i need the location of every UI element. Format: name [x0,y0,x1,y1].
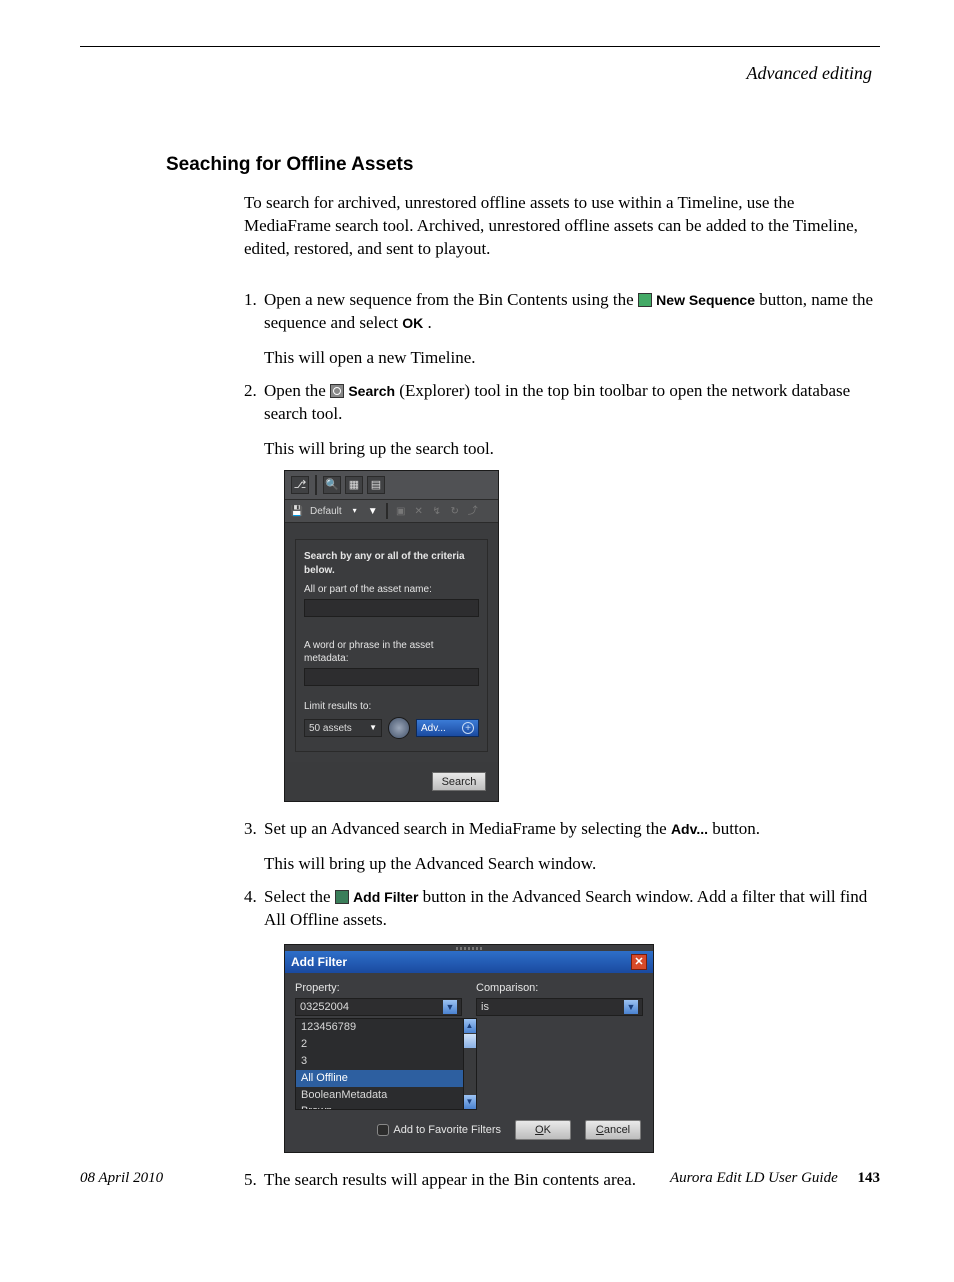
page-footer: 08 April 2010 Aurora Edit LD User Guide … [80,1170,880,1187]
property-label: Property: [295,981,462,996]
expand-view-icon[interactable]: ▤ [367,476,385,494]
scrollbar-track[interactable] [464,1049,476,1095]
search-button[interactable]: Search [432,772,486,791]
ok-rest: K [544,1123,551,1138]
close-button[interactable]: ✕ [631,954,647,970]
tree-icon[interactable]: ⎇ [291,476,309,494]
asset-name-input[interactable] [304,599,479,617]
step-4: Select the Add Filter button in the Adva… [244,886,880,1153]
add-filter-dialog: Add Filter ✕ Property: 03252004 ▼ Com [284,944,654,1153]
save-icon[interactable]: 💾 [289,503,305,519]
adv-label: Adv... [671,821,708,837]
new-sequence-icon [638,293,652,307]
image-view-icon[interactable]: ▦ [345,476,363,494]
advanced-button[interactable]: Adv... + [416,719,479,737]
scrollbar-thumb[interactable] [464,1034,476,1048]
step-text: Select the [264,887,335,906]
limit-label: Limit results to: [304,700,479,714]
add-filter-icon [335,890,349,904]
step-1: Open a new sequence from the Bin Content… [244,289,880,370]
search-second-toolbar: 💾 Default ▾ ▼ ▣ ✕ ↯ ↻ ⤴ [285,500,498,523]
add-filter-label: Add Filter [353,889,418,905]
step-sub: This will bring up the Advanced Search w… [264,853,880,876]
chevron-down-icon: ▼ [443,1000,457,1014]
scroll-up-icon[interactable]: ▲ [464,1019,476,1033]
default-label: Default [307,505,345,519]
advanced-label: Adv... [421,722,446,736]
toolbar-separator [315,475,317,495]
favorite-filters-checkbox[interactable]: Add to Favorite Filters [377,1123,501,1138]
breadcrumb: Advanced editing [80,63,880,84]
favorite-filters-label: Add to Favorite Filters [393,1123,501,1138]
step-text: Open a new sequence from the Bin Content… [264,290,638,309]
disk-icon[interactable]: ▣ [393,503,409,519]
search-top-toolbar: ⎇ 🔍 ▦ ▤ [285,471,498,500]
scrollbar[interactable]: ▲ ▼ [463,1018,477,1110]
step-text: . [428,313,432,332]
comparison-value: is [481,1000,489,1015]
search-label: Search [348,383,395,399]
criteria-heading: Search by any or all of the criteria bel… [304,550,479,577]
search-tool-panel: ⎇ 🔍 ▦ ▤ 💾 Default ▾ ▼ ▣ ✕ ↯ ↻ ⤴ [284,470,499,802]
list-item-selected[interactable]: All Offline [296,1070,463,1087]
list-item[interactable]: Brown [296,1103,463,1110]
cancel-button[interactable]: Cancel [585,1120,641,1140]
close-icon: ✕ [634,955,643,970]
property-select[interactable]: 03252004 ▼ [295,998,462,1016]
search-icon [330,384,344,398]
checkbox-icon [377,1124,389,1136]
history-dropdown-icon[interactable]: ▾ [347,503,363,519]
list-item[interactable]: 123456789 [296,1019,463,1036]
page-number: 143 [858,1170,881,1186]
chevron-down-icon: ▼ [624,1000,638,1014]
cancel-rest: ancel [604,1123,630,1138]
metadata-label: A word or phrase in the asset metadata: [304,639,479,666]
dialog-drag-handle[interactable] [285,945,653,951]
folder-up-icon[interactable]: ⤴ [465,503,481,519]
step-text: button. [712,819,760,838]
metadata-input[interactable] [304,668,479,686]
step-text: Set up an Advanced search in MediaFrame … [264,819,671,838]
list-item[interactable]: BooleanMetadata [296,1087,463,1104]
search-tool-icon[interactable]: 🔍 [323,476,341,494]
footer-date: 08 April 2010 [80,1170,163,1187]
list-item[interactable]: 3 [296,1053,463,1070]
dialog-title: Add Filter [291,954,347,970]
step-2: Open the Search (Explorer) tool in the t… [244,380,880,803]
asset-name-label: All or part of the asset name: [304,583,479,597]
step-text: Open the [264,381,330,400]
property-options-list[interactable]: 123456789 2 3 All Offline BooleanMetadat… [295,1018,463,1110]
refresh-icon[interactable]: ↻ [447,503,463,519]
scroll-down-icon[interactable]: ▼ [464,1095,476,1109]
link-icon[interactable]: ↯ [429,503,445,519]
delete-icon[interactable]: ✕ [411,503,427,519]
chevron-down-icon: ▼ [369,723,377,734]
go-search-button[interactable] [388,717,410,739]
footer-guide: Aurora Edit LD User Guide [670,1170,838,1186]
ok-button[interactable]: OK [515,1120,571,1140]
step-list: Open a new sequence from the Bin Content… [244,289,880,1192]
limit-value: 50 assets [309,722,352,736]
step-sub: This will open a new Timeline. [264,347,880,370]
plus-icon: + [462,722,474,734]
ok-underline: O [535,1123,544,1138]
comparison-select[interactable]: is ▼ [476,998,643,1016]
step-sub: This will bring up the search tool. [264,438,880,461]
chevron-down-icon[interactable]: ▼ [365,503,381,519]
property-value: 03252004 [300,1000,349,1015]
step-3: Set up an Advanced search in MediaFrame … [244,818,880,876]
ok-label: OK [402,315,423,331]
comparison-label: Comparison: [476,981,643,996]
section-title: Seaching for Offline Assets [166,154,880,176]
toolbar-separator [386,503,388,519]
new-sequence-label: New Sequence [656,292,755,308]
list-item[interactable]: 2 [296,1036,463,1053]
cancel-underline: C [596,1123,604,1138]
limit-select[interactable]: 50 assets ▼ [304,719,382,737]
section-intro: To search for archived, unrestored offli… [244,192,880,261]
